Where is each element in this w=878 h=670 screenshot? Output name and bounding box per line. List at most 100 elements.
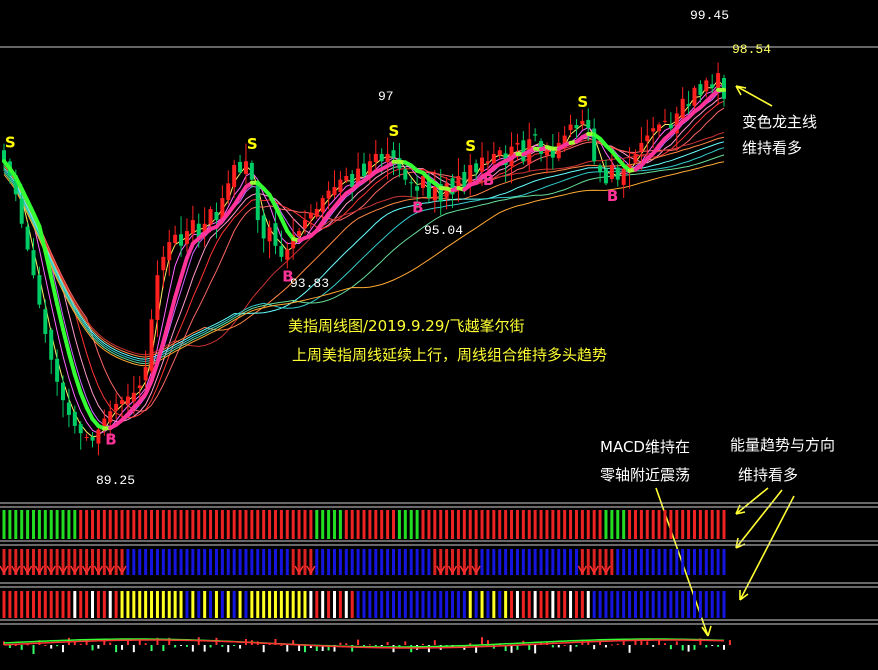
energy-bar xyxy=(681,591,685,618)
energy-bar xyxy=(710,591,714,618)
energy-bar xyxy=(226,591,230,618)
energy-bar xyxy=(67,591,71,618)
candle-body xyxy=(716,73,721,88)
arrow-bar xyxy=(55,549,59,575)
trend-bar xyxy=(238,510,242,539)
candle-body xyxy=(480,157,485,172)
macd-hist-bar xyxy=(604,645,607,648)
energy-bar xyxy=(563,591,567,618)
trend-bar xyxy=(645,510,649,539)
energy-bar xyxy=(291,591,295,618)
energy-bar xyxy=(374,591,378,618)
arrow-bar xyxy=(179,549,183,575)
trend-bar xyxy=(32,510,36,539)
last-price-label: 98.54 xyxy=(732,42,771,57)
candle-body xyxy=(379,153,384,162)
arrow-bar xyxy=(433,549,437,575)
buy-signal: B xyxy=(483,171,494,189)
macd-hist-bar xyxy=(711,645,714,646)
macd-hist-bar xyxy=(728,640,731,645)
candle-body xyxy=(232,164,237,188)
arrow-bar xyxy=(244,549,248,575)
candle-body xyxy=(155,275,160,320)
energy-bar xyxy=(415,591,419,618)
buy-signal: B xyxy=(412,199,423,217)
arrow-bar xyxy=(492,549,496,575)
trend-bar xyxy=(120,510,124,539)
arrow-bar xyxy=(669,549,673,575)
arrow-bar xyxy=(155,549,159,575)
trend-bar xyxy=(374,510,378,539)
arrow-bar xyxy=(167,549,171,575)
energy-bar xyxy=(586,591,590,618)
trend-bar xyxy=(504,510,508,539)
arrow-bar xyxy=(622,549,626,575)
trend-bar xyxy=(557,510,561,539)
arrow-bar xyxy=(480,549,484,575)
candle-body xyxy=(72,411,77,426)
arrow-bar xyxy=(262,549,266,575)
candle-body xyxy=(651,128,656,132)
macd-hist-bar xyxy=(121,645,124,650)
energy-bar xyxy=(657,591,661,618)
trend-bar xyxy=(91,510,95,539)
arrow-bar xyxy=(344,549,348,575)
energy-bar xyxy=(492,591,496,618)
macd-hist-bar xyxy=(144,643,147,645)
candle-body xyxy=(161,256,166,271)
trend-bar xyxy=(350,510,354,539)
energy-bar xyxy=(297,591,301,618)
trend-bar xyxy=(173,510,177,539)
candle-body xyxy=(19,198,24,224)
macd-hist-bar xyxy=(14,645,17,646)
arrow-bar xyxy=(722,549,726,575)
arrow-bar xyxy=(327,549,331,575)
candle-body xyxy=(78,424,83,434)
energy-bar xyxy=(144,591,148,618)
trend-bar xyxy=(692,510,696,539)
macd-hist-bar xyxy=(652,645,655,647)
arrow-bar xyxy=(126,549,130,575)
macd-hist-bar xyxy=(221,645,224,647)
macd-hist-bar xyxy=(675,641,678,645)
macd-hist-bar xyxy=(191,645,194,652)
arrow-bar xyxy=(285,549,289,575)
trend-bar xyxy=(309,510,313,539)
arrow-bar xyxy=(291,549,295,575)
energy-bar xyxy=(580,591,584,618)
trend-bar xyxy=(114,510,118,539)
macd-hist-bar xyxy=(481,637,484,645)
energy-bar xyxy=(551,591,555,618)
arrow-bar xyxy=(692,549,696,575)
trend-bar xyxy=(409,510,413,539)
macd-hist-bar xyxy=(386,642,389,645)
macd-hist-bar xyxy=(132,645,135,653)
arrow-bar xyxy=(144,549,148,575)
candle-body xyxy=(645,135,650,142)
energy-bar xyxy=(43,591,47,618)
arrow-bar xyxy=(350,549,354,575)
trend-bar xyxy=(403,510,407,539)
macd-hist-bar xyxy=(203,645,206,652)
trend-bar xyxy=(203,510,207,539)
trend-bar xyxy=(486,510,490,539)
candle-body xyxy=(208,209,213,225)
arrow-bar xyxy=(8,549,12,575)
macd-hist-bar xyxy=(593,645,596,650)
candle-body xyxy=(55,358,60,382)
macd-hist-bar xyxy=(705,645,708,648)
energy-bar xyxy=(256,591,260,618)
trend-bar xyxy=(380,510,384,539)
candle-body xyxy=(84,436,89,438)
energy-bar xyxy=(138,591,142,618)
trend-bar xyxy=(155,510,159,539)
arrow-bar xyxy=(203,549,207,575)
energy-bar xyxy=(350,591,354,618)
annotation-energy-1: 能量趋势与方向 xyxy=(730,436,835,454)
macd-hist-bar xyxy=(185,645,188,647)
energy-bar xyxy=(238,591,242,618)
trend-bar xyxy=(108,510,112,539)
arrow-bar xyxy=(681,549,685,575)
macd-hist-bar xyxy=(551,645,554,648)
energy-bar xyxy=(232,591,236,618)
